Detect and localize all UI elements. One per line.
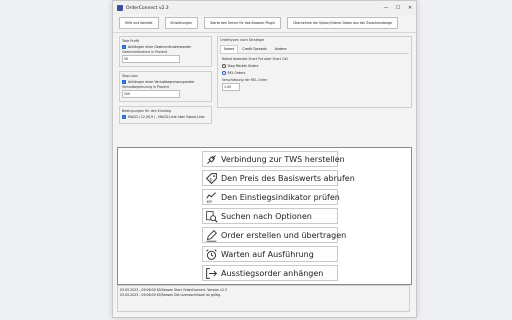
entry-conditions-title: Bedingungen für den Einstieg — [122, 109, 171, 113]
price-tag-icon: $ — [205, 172, 217, 184]
step-check-indicator[interactable]: KPI Den Einstiegsindikator prüfen — [202, 189, 340, 205]
step-wait-execution[interactable]: Warten auf Ausführung — [202, 246, 338, 262]
import-clipboard-button[interactable]: Übernehme die Option/Ordner Daten aus de… — [287, 17, 399, 29]
step-label: Den Preis des Basiswerts abrufen — [221, 173, 355, 183]
take-profit-checkbox-label: Anhängen einer Gewinnmitnahmeorder — [128, 45, 192, 49]
close-button[interactable]: ✕ — [404, 5, 416, 11]
toolbar-divider — [113, 32, 416, 33]
help-contact-button[interactable]: Hilfe und Kontakt — [119, 17, 159, 29]
start-server-button[interactable]: Starte den Server für das Browser Plugin — [204, 17, 282, 29]
entry-conditions-group: Bedingungen für den Einstieg ✓ MACD ( 12… — [119, 106, 212, 124]
checkmark-icon: ✓ — [122, 45, 126, 49]
rel-offset-field[interactable]: 1,00 — [222, 83, 240, 91]
step-label: Verbindung zur TWS herstellen — [221, 154, 345, 164]
step-search-options[interactable]: Suchen nach Optionen — [202, 208, 338, 224]
rel-orders-radio[interactable]: REL Orders — [222, 71, 407, 75]
stop-loss-checkbox[interactable]: ✓ Anhängen einer Verlustbegrenzungsorder — [122, 80, 209, 84]
order-strategy-title: Ordertypen nach Strategie — [220, 38, 265, 42]
take-profit-title: Take Profit — [122, 39, 139, 43]
search-icon — [206, 210, 218, 223]
tab-andere[interactable]: Andere — [271, 45, 291, 53]
minimize-button[interactable]: — — [380, 5, 392, 11]
order-strategy-group: Ordertypen nach Strategie Naked Credit S… — [217, 36, 412, 108]
svg-text:$: $ — [209, 176, 212, 181]
window-title: OrderConnect v2.3 — [126, 5, 169, 11]
title-bar: OrderConnect v2.3 — ☐ ✕ — [113, 1, 416, 15]
checkmark-icon: ✓ — [122, 115, 126, 119]
strategy-tabs: Naked Credit Spreads Andere — [220, 45, 411, 53]
macd-checkbox[interactable]: ✓ MACD ( 12,26,9 ) - MACD-Linie über Sig… — [122, 115, 209, 119]
workflow-steps-panel: Verbindung zur TWS herstellen $ Den Prei… — [117, 147, 412, 285]
rel-offset-label: Verschiebung der REL-Order — [222, 78, 268, 82]
svg-text:KPI: KPI — [207, 200, 213, 204]
step-label: Ausstiegsorder anhängen — [221, 268, 324, 278]
app-icon — [117, 5, 123, 11]
settings-button[interactable]: Einstellungen — [164, 17, 199, 29]
step-label: Den Einstiegsindikator prüfen — [221, 192, 340, 202]
stop-market-label: Stop Market Orders — [227, 64, 259, 68]
sign-out-icon — [206, 267, 218, 279]
log-line: 03.05.2023 - 09:08:00 $5/Sessen Die Lize… — [120, 293, 221, 297]
checkmark-icon: ✓ — [122, 80, 126, 84]
step-label: Order erstellen und übertragen — [221, 230, 347, 240]
take-profit-group: Take Profit ✓ Anhängen einer Gewinnmitna… — [119, 36, 212, 67]
toolbar: Hilfe und Kontakt Einstellungen Starte d… — [119, 17, 399, 29]
step-connect-tws[interactable]: Verbindung zur TWS herstellen — [202, 151, 345, 167]
naked-tab-content: Naked bedeutet Short Put oder Short Call… — [220, 53, 409, 93]
tab-naked[interactable]: Naked — [220, 45, 239, 53]
pencil-icon — [206, 229, 218, 242]
radio-selected-icon — [222, 71, 226, 75]
log-line: 03.05.2023 - 09:08:00 $5/Sessen Start Or… — [120, 288, 227, 292]
take-profit-field-label: Gewinnmitnahme in Prozent — [122, 50, 168, 54]
take-profit-checkbox[interactable]: ✓ Anhängen einer Gewinnmitnahmeorder — [122, 45, 209, 49]
log-output: 03.05.2023 - 09:08:00 $5/Sessen Start Or… — [117, 285, 410, 312]
kpi-chart-icon: KPI — [206, 191, 216, 204]
step-label: Warten auf Ausführung — [221, 249, 314, 259]
tab-credit-spreads[interactable]: Credit Spreads — [238, 45, 270, 53]
maximize-button[interactable]: ☐ — [392, 5, 404, 11]
step-create-order[interactable]: Order erstellen und übertragen — [202, 227, 346, 243]
alarm-clock-icon — [206, 248, 217, 260]
take-profit-percent-field[interactable]: 50 — [122, 55, 180, 63]
macd-checkbox-label: MACD ( 12,26,9 ) - MACD-Linie über Signa… — [128, 115, 205, 119]
step-get-price[interactable]: $ Den Preis des Basiswerts abrufen — [202, 170, 355, 186]
stop-market-radio[interactable]: Stop Market Orders — [222, 64, 407, 68]
step-attach-exit-order[interactable]: Ausstiegsorder anhängen — [202, 265, 338, 281]
radio-icon — [222, 64, 226, 68]
settings-panel: Take Profit ✓ Anhängen einer Gewinnmitna… — [119, 36, 212, 128]
step-label: Suchen nach Optionen — [221, 211, 312, 221]
app-window: OrderConnect v2.3 — ☐ ✕ Hilfe und Kontak… — [112, 0, 417, 318]
stop-loss-field-label: Verlustbegrenzung in Prozent — [122, 85, 169, 89]
stop-loss-group: Stop Loss ✓ Anhängen einer Verlustbegren… — [119, 71, 212, 102]
rel-orders-label: REL Orders — [227, 71, 246, 75]
workflow-step-list: Verbindung zur TWS herstellen $ Den Prei… — [202, 151, 355, 284]
naked-description: Naked bedeutet Short Put oder Short Call — [222, 57, 289, 61]
stop-loss-checkbox-label: Anhängen einer Verlustbegrenzungsorder — [128, 80, 195, 84]
plug-icon — [207, 154, 216, 164]
stop-loss-percent-field[interactable]: 200 — [122, 90, 180, 98]
stop-loss-title: Stop Loss — [122, 74, 138, 78]
